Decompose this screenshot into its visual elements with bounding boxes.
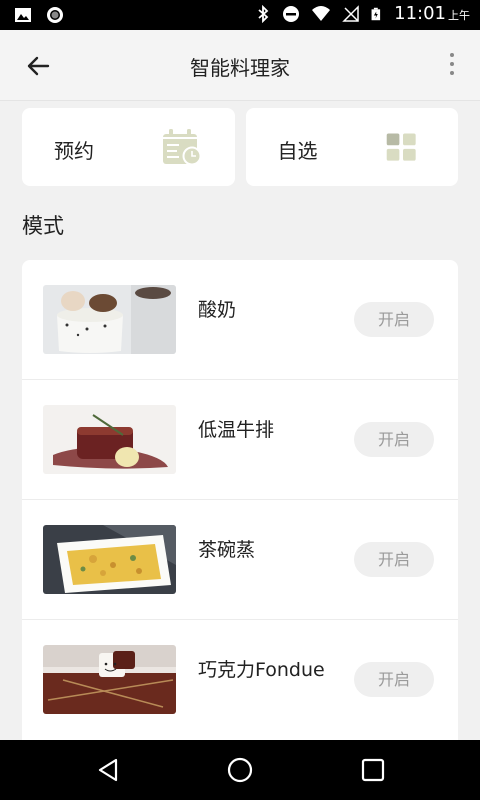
- mode-name: 巧克力Fondue: [198, 659, 325, 681]
- yogurt-photo: [43, 285, 176, 354]
- mode-item-chocolate-fondue[interactable]: 巧克力Fondue 开启: [22, 620, 458, 740]
- custom-card[interactable]: 自选: [245, 108, 458, 186]
- recents-nav-icon[interactable]: [359, 756, 387, 784]
- app-bar: 智能料理家: [0, 30, 480, 101]
- start-button[interactable]: 开启: [354, 422, 434, 457]
- mode-item-chawanmushi[interactable]: 茶碗蒸 开启: [22, 500, 458, 620]
- home-nav-icon[interactable]: [226, 756, 254, 784]
- page-title: 智能料理家: [190, 56, 290, 80]
- grid-icon: [386, 133, 416, 161]
- schedule-card[interactable]: 预约: [22, 108, 235, 186]
- status-bar: 11:01 上午: [0, 0, 480, 30]
- image-notification-icon: [15, 8, 31, 22]
- wifi-icon: [312, 5, 331, 21]
- system-nav-bar: [0, 740, 480, 800]
- mode-name: 低温牛排: [198, 419, 275, 441]
- start-button[interactable]: 开启: [354, 542, 434, 577]
- battery-icon: [371, 7, 381, 20]
- schedule-label: 预约: [54, 139, 94, 163]
- record-notification-icon: [47, 7, 63, 23]
- mode-list: 酸奶 开启 低温牛排 开启 茶碗蒸 开启 巧克力Fondue 开启: [22, 260, 458, 740]
- quick-actions: 预约 自选: [22, 108, 458, 186]
- do-not-disturb-icon: [283, 5, 300, 22]
- no-signal-icon: [342, 4, 359, 22]
- custom-label: 自选: [277, 139, 318, 163]
- back-nav-icon[interactable]: [94, 756, 122, 784]
- mode-name: 茶碗蒸: [198, 539, 256, 561]
- egg-custard-photo: [43, 525, 176, 594]
- mode-item-yogurt[interactable]: 酸奶 开启: [22, 260, 458, 380]
- section-title-modes: 模式: [22, 214, 64, 238]
- mode-item-steak[interactable]: 低温牛排 开启: [22, 380, 458, 500]
- more-options-icon[interactable]: [448, 50, 456, 80]
- bluetooth-icon: [258, 4, 269, 23]
- chocolate-fondue-photo: [43, 645, 176, 714]
- start-button[interactable]: 开启: [354, 302, 434, 337]
- status-ampm: 上午: [448, 9, 470, 22]
- start-button[interactable]: 开启: [354, 662, 434, 697]
- calendar-clock-icon: [162, 129, 201, 166]
- status-time: 11:01: [394, 3, 446, 24]
- steak-photo: [43, 405, 176, 474]
- mode-name: 酸奶: [198, 299, 237, 321]
